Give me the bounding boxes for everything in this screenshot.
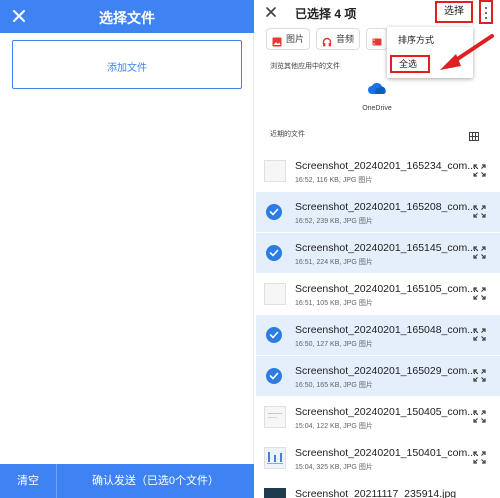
file-row[interactable]: Screenshot_20240201_150401_com.... 15:04… bbox=[256, 438, 500, 478]
file-name: Screenshot_20240201_165105_com.... bbox=[295, 283, 479, 295]
file-meta: 16:51, 224 KB, JPG 图片 bbox=[295, 259, 373, 266]
chip-video[interactable] bbox=[366, 28, 388, 50]
chip-images[interactable]: 图片 bbox=[266, 28, 310, 50]
file-name: Screenshot_20211117_235914.jpg bbox=[295, 488, 457, 498]
file-picker-panel: 选择文件 添加文件 清空 确认发送（已选0个文件） bbox=[0, 0, 254, 498]
annotation-arrow-icon bbox=[430, 30, 500, 75]
menu-item-select-all[interactable]: 全选 bbox=[390, 55, 430, 73]
grid-view-icon[interactable] bbox=[469, 128, 479, 141]
add-file-button[interactable]: 添加文件 bbox=[12, 40, 242, 89]
file-name: Screenshot_20240201_165234_com.... bbox=[295, 160, 479, 172]
file-row[interactable]: Screenshot_20240201_165029_com.... 16:50… bbox=[256, 356, 500, 396]
browse-other-apps-label: 浏览其他应用中的文件 bbox=[270, 63, 340, 70]
file-meta: 16:50, 165 KB, JPG 图片 bbox=[295, 382, 373, 389]
file-row[interactable]: Screenshot_20211117_235914.jpg bbox=[256, 479, 500, 498]
image-icon bbox=[272, 34, 282, 47]
file-name: Screenshot_20240201_150401_com.... bbox=[295, 447, 479, 459]
chip-audio[interactable]: 音频 bbox=[316, 28, 360, 50]
file-name: Screenshot_20240201_165029_com.... bbox=[295, 365, 479, 377]
file-name: Screenshot_20240201_165208_com.... bbox=[295, 201, 479, 213]
left-footer: 清空 确认发送（已选0个文件） bbox=[0, 464, 254, 498]
file-meta: 16:52, 116 KB, JPG 图片 bbox=[295, 177, 373, 184]
expand-icon[interactable] bbox=[473, 164, 486, 177]
add-file-label: 添加文件 bbox=[107, 63, 147, 74]
expand-icon[interactable] bbox=[473, 328, 486, 341]
expand-icon[interactable] bbox=[473, 451, 486, 464]
chip-label: 音频 bbox=[336, 34, 355, 44]
expand-icon[interactable] bbox=[473, 205, 486, 218]
expand-icon[interactable] bbox=[473, 410, 486, 423]
expand-icon[interactable] bbox=[473, 246, 486, 259]
file-row[interactable]: Screenshot_20240201_165234_com.... 16:52… bbox=[256, 151, 500, 191]
file-name: Screenshot_20240201_165145_com.... bbox=[295, 242, 479, 254]
select-button[interactable]: 选择 bbox=[435, 1, 473, 23]
file-row[interactable]: Screenshot_20240201_165048_com.... 16:50… bbox=[256, 315, 500, 355]
file-row[interactable]: Screenshot_20240201_165145_com.... 16:51… bbox=[256, 233, 500, 273]
file-meta: 15:04, 325 KB, JPG 图片 bbox=[295, 464, 373, 471]
file-thumbnail bbox=[264, 283, 286, 305]
file-meta: 16:51, 105 KB, JPG 图片 bbox=[295, 300, 373, 307]
file-thumbnail bbox=[264, 406, 286, 428]
close-icon[interactable] bbox=[264, 5, 278, 19]
checkmark-icon[interactable] bbox=[266, 368, 282, 384]
headphones-icon bbox=[322, 34, 332, 47]
checkmark-icon[interactable] bbox=[266, 245, 282, 261]
onedrive-label[interactable]: OneDrive bbox=[350, 105, 404, 112]
menu-item-sort[interactable]: 排序方式 bbox=[398, 33, 434, 46]
left-header: 选择文件 bbox=[0, 0, 254, 33]
clear-button[interactable]: 清空 bbox=[0, 464, 56, 498]
confirm-send-button[interactable]: 确认发送（已选0个文件） bbox=[57, 464, 254, 498]
expand-icon[interactable] bbox=[473, 369, 486, 382]
checkmark-icon[interactable] bbox=[266, 204, 282, 220]
video-icon bbox=[372, 34, 382, 46]
file-row[interactable]: Screenshot_20240201_165105_com.... 16:51… bbox=[256, 274, 500, 314]
page-title: 选择文件 bbox=[99, 10, 155, 26]
chip-label: 图片 bbox=[286, 34, 305, 44]
file-meta: 16:52, 239 KB, JPG 图片 bbox=[295, 218, 373, 225]
file-row[interactable]: Screenshot_20240201_165208_com.... 16:52… bbox=[256, 192, 500, 232]
selection-count-title: 已选择 4 项 bbox=[295, 7, 357, 21]
file-meta: 15:04, 122 KB, JPG 图片 bbox=[295, 423, 373, 430]
file-meta: 16:50, 127 KB, JPG 图片 bbox=[295, 341, 373, 348]
file-row[interactable]: Screenshot_20240201_150405_com.... 15:04… bbox=[256, 397, 500, 437]
onedrive-icon[interactable] bbox=[367, 81, 387, 95]
file-thumbnail bbox=[264, 488, 286, 498]
file-thumbnail bbox=[264, 160, 286, 182]
file-name: Screenshot_20240201_150405_com.... bbox=[295, 406, 479, 418]
file-name: Screenshot_20240201_165048_com.... bbox=[295, 324, 479, 336]
file-thumbnail bbox=[264, 447, 286, 469]
checkmark-icon[interactable] bbox=[266, 327, 282, 343]
more-options-button[interactable] bbox=[479, 0, 493, 24]
expand-icon[interactable] bbox=[473, 287, 486, 300]
recent-files-label: 近期的文件 bbox=[270, 131, 305, 138]
